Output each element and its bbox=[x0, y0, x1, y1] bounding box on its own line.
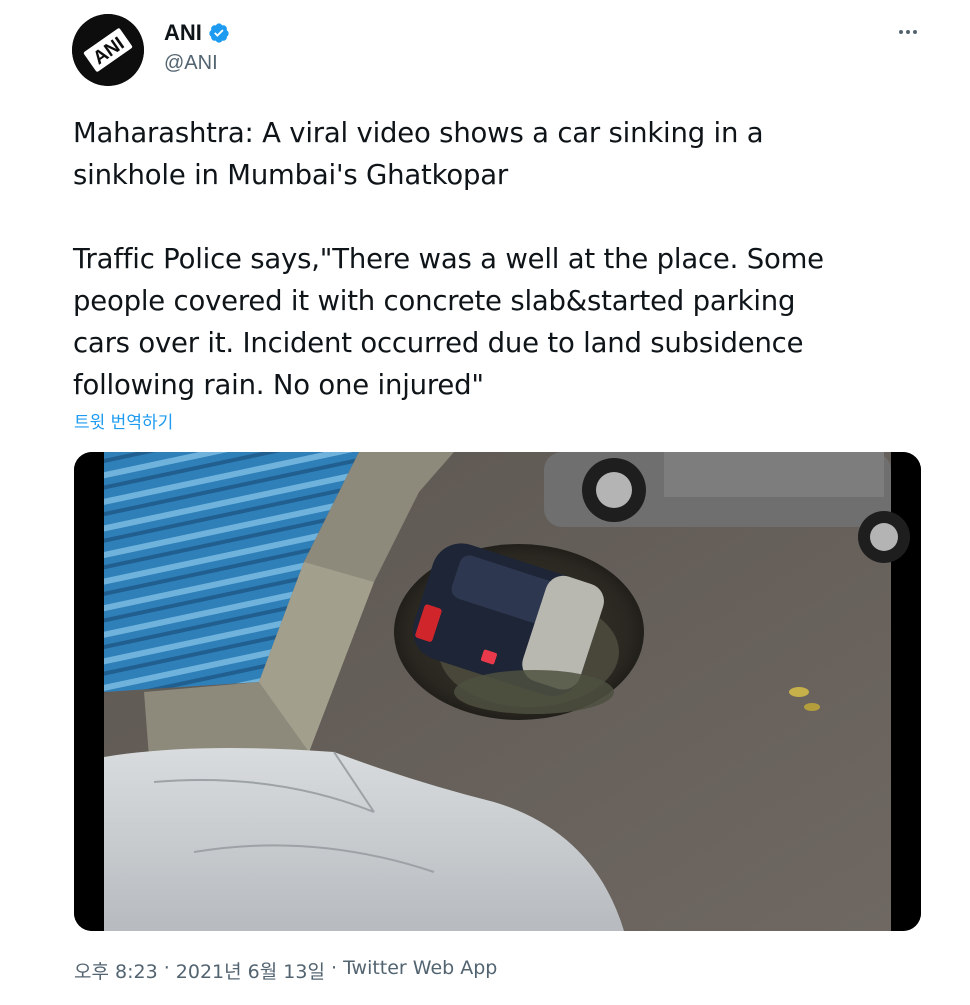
translate-tweet-link[interactable]: 트윗 번역하기 bbox=[74, 408, 173, 433]
tweet-time[interactable]: 오후 8:23 bbox=[74, 957, 158, 984]
tweet-media-image[interactable] bbox=[74, 452, 921, 931]
ani-logo-icon: ANI bbox=[72, 14, 144, 86]
tweet-text: Maharashtra: A viral video shows a car s… bbox=[73, 112, 923, 406]
author-avatar[interactable]: ANI bbox=[72, 14, 144, 86]
tweet-date[interactable]: 2021년 6월 13일 bbox=[176, 957, 325, 984]
tweet-meta: 오후 8:23 · 2021년 6월 13일 · Twitter Web App bbox=[74, 957, 497, 984]
meta-separator: · bbox=[157, 957, 176, 979]
author-handle[interactable]: @ANI bbox=[164, 52, 218, 75]
tweet-paragraph: Maharashtra: A viral video shows a car s… bbox=[73, 117, 764, 191]
author-name-row[interactable]: ANI bbox=[164, 20, 230, 46]
verified-badge-icon bbox=[208, 22, 230, 44]
tweet-card: ANI ANI @ANI Maharashtra: A viral video … bbox=[0, 0, 970, 1005]
tweet-paragraph: Traffic Police says,"There was a well at… bbox=[73, 243, 824, 401]
sinkhole-photo bbox=[74, 452, 921, 931]
more-horizontal-icon bbox=[899, 30, 903, 34]
meta-separator: · bbox=[324, 957, 344, 979]
more-options-button[interactable] bbox=[890, 18, 926, 46]
tweet-source[interactable]: Twitter Web App bbox=[343, 957, 497, 984]
author-display-name[interactable]: ANI bbox=[164, 20, 202, 46]
